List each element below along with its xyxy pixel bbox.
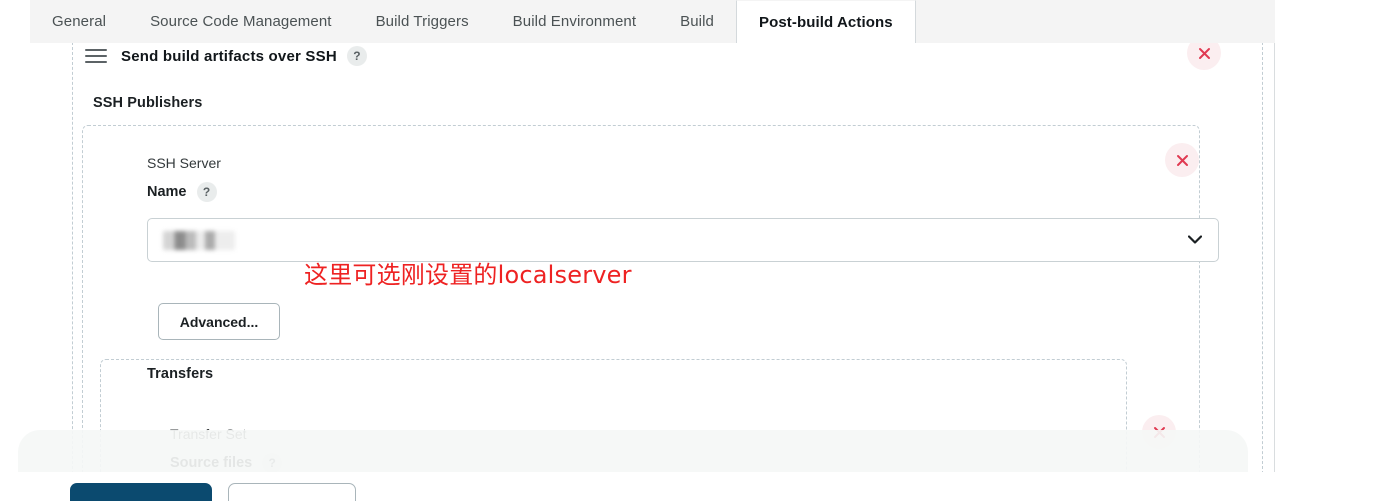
action-title: Send build artifacts over SSH [121, 47, 337, 65]
hamburger-drag-icon[interactable] [85, 49, 107, 63]
form-footer-buttons [70, 483, 356, 501]
source-files-label: Source files [170, 455, 253, 471]
save-button[interactable] [70, 483, 212, 501]
tab-list: General Source Code Management Build Tri… [30, 0, 916, 43]
tab-source-code-management[interactable]: Source Code Management [128, 0, 353, 43]
tab-build[interactable]: Build [658, 0, 736, 43]
config-tab-bar: General Source Code Management Build Tri… [0, 0, 1395, 43]
remove-transfer-set-button[interactable] [1142, 415, 1176, 449]
source-files-label-row: Source files ? [170, 453, 283, 473]
help-icon-send-build-artifacts[interactable]: ? [346, 46, 367, 66]
ssh-server-name-label-row: Name ? [147, 182, 217, 202]
apply-button[interactable] [228, 483, 356, 501]
ssh-server-group-label: SSH Server [147, 155, 221, 171]
tabbar-right-gap [1275, 0, 1395, 43]
annotation-text: 这里可选刚设置的localserver [304, 261, 632, 289]
close-icon [1198, 47, 1210, 59]
tab-general[interactable]: General [30, 0, 128, 43]
ssh-publishers-heading: SSH Publishers [93, 95, 203, 111]
transfer-set-label: Transfer Set [170, 426, 247, 442]
help-icon-source-files[interactable]: ? [262, 453, 283, 473]
tab-build-environment[interactable]: Build Environment [491, 0, 658, 43]
remove-ssh-server-button[interactable] [1165, 143, 1199, 177]
ssh-server-name-selected-value [163, 231, 235, 250]
ssh-server-name-label: Name [147, 184, 187, 200]
close-icon [1153, 426, 1165, 438]
action-header: Send build artifacts over SSH ? [85, 43, 367, 69]
form-content-column: Send build artifacts over SSH ? SSH Publ… [30, 43, 1275, 501]
advanced-button[interactable]: Advanced... [158, 303, 280, 340]
redacted-value-blur [163, 231, 235, 250]
config-form-body: Send build artifacts over SSH ? SSH Publ… [0, 43, 1395, 501]
help-icon-ssh-server-name[interactable]: ? [196, 182, 217, 202]
tabbar-left-gap [0, 0, 30, 43]
close-icon [1176, 154, 1188, 166]
chevron-down-icon [1187, 231, 1203, 249]
tab-post-build-actions[interactable]: Post-build Actions [735, 0, 916, 43]
tab-build-triggers[interactable]: Build Triggers [354, 0, 491, 43]
